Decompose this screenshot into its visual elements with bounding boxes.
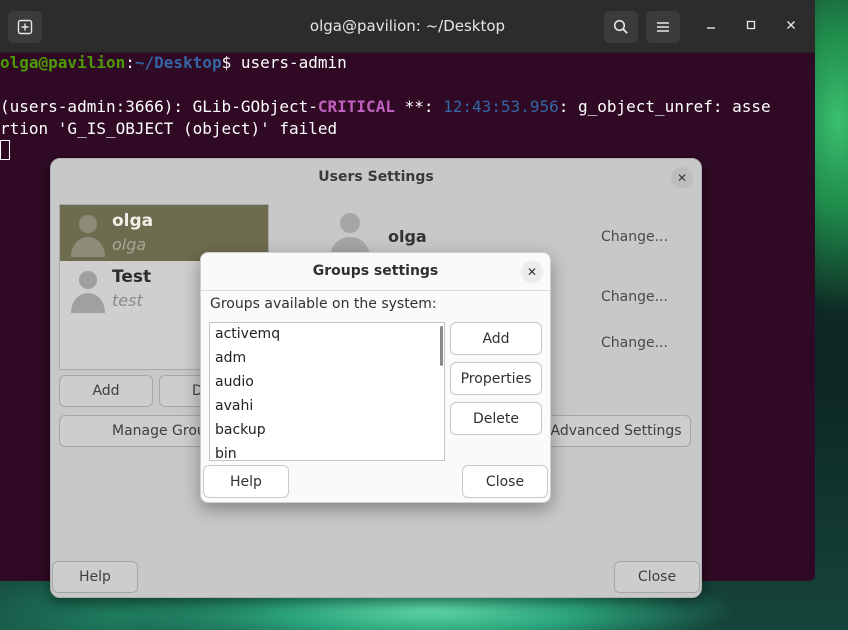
error-stars: **: [394,97,444,116]
list-scrollbar[interactable] [440,326,443,366]
prompt-line: olga@pavilion:~/Desktop$ users-admin [0,52,347,74]
maximize-button[interactable] [741,17,761,37]
add-user-button[interactable]: Add [59,375,153,407]
list-item[interactable]: avahi [215,398,253,414]
change-account-type-button[interactable]: Change... [601,289,668,305]
groups-close-button[interactable]: Close [462,465,548,498]
user-name: olga [112,211,154,231]
minimize-icon [707,27,715,29]
users-dialog-title: Users Settings [318,169,434,185]
close-icon: ✕ [676,171,688,185]
user-avatar-icon [71,271,105,313]
terminal-cursor [0,140,10,160]
maximize-icon [746,20,756,30]
advanced-settings-button[interactable]: Advanced Settings [541,415,691,447]
close-icon [787,21,795,29]
user-name: Test [112,267,152,287]
group-properties-button[interactable]: Properties [450,362,542,395]
terminal-title: olga@pavilion: ~/Desktop [309,17,506,35]
list-item[interactable]: audio [215,374,254,390]
error-prefix: (users-admin:3666): GLib-GObject- [0,97,318,116]
menu-button[interactable] [646,11,680,43]
change-name-button[interactable]: Change... [601,229,668,245]
error-message: : g_object_unref: asse [558,97,771,116]
command-text: users-admin [240,53,347,72]
search-button[interactable] [604,11,638,43]
user-avatar-icon [71,215,105,257]
window-close-button[interactable] [781,17,801,37]
list-item[interactable]: bin [215,446,237,460]
error-line-2: rtion 'G_IS_OBJECT (object)' failed [0,119,338,138]
groups-dialog-close-button[interactable]: ✕ [521,261,543,283]
users-help-button[interactable]: Help [52,561,138,593]
header-divider [201,290,550,291]
add-group-button[interactable]: Add [450,322,542,355]
close-icon: ✕ [526,265,538,279]
groups-list[interactable]: activemq adm audio avahi backup bin [209,322,445,461]
prompt-user: olga@pavilion [0,53,126,72]
search-icon [613,19,628,34]
minimize-button[interactable] [701,17,721,37]
error-timestamp: 12:43:53.956 [443,97,559,116]
user-login: olga [112,235,147,254]
users-dialog-close-button[interactable]: ✕ [671,167,693,189]
prompt-dollar: $ [221,53,241,72]
groups-settings-dialog: Groups settings ✕ Groups available on th… [200,252,551,503]
prompt-path: ~/Desktop [134,53,222,72]
delete-group-button[interactable]: Delete [450,402,542,435]
menu-icon [657,22,669,32]
groups-available-label: Groups available on the system: [210,296,437,312]
list-item[interactable]: activemq [215,326,280,342]
terminal-header-bar: olga@pavilion: ~/Desktop [0,0,815,53]
list-item[interactable]: adm [215,350,246,366]
groups-dialog-title: Groups settings [312,263,439,279]
prompt-separator: : [125,53,135,72]
error-line-1: (users-admin:3666): GLib-GObject-CRITICA… [0,96,771,118]
error-level: CRITICAL [317,97,395,116]
list-item[interactable]: backup [215,422,266,438]
user-login: test [112,291,143,310]
change-password-button[interactable]: Change... [601,335,668,351]
groups-help-button[interactable]: Help [203,465,289,498]
selected-user-name: olga [388,227,427,246]
users-close-button[interactable]: Close [614,561,700,593]
